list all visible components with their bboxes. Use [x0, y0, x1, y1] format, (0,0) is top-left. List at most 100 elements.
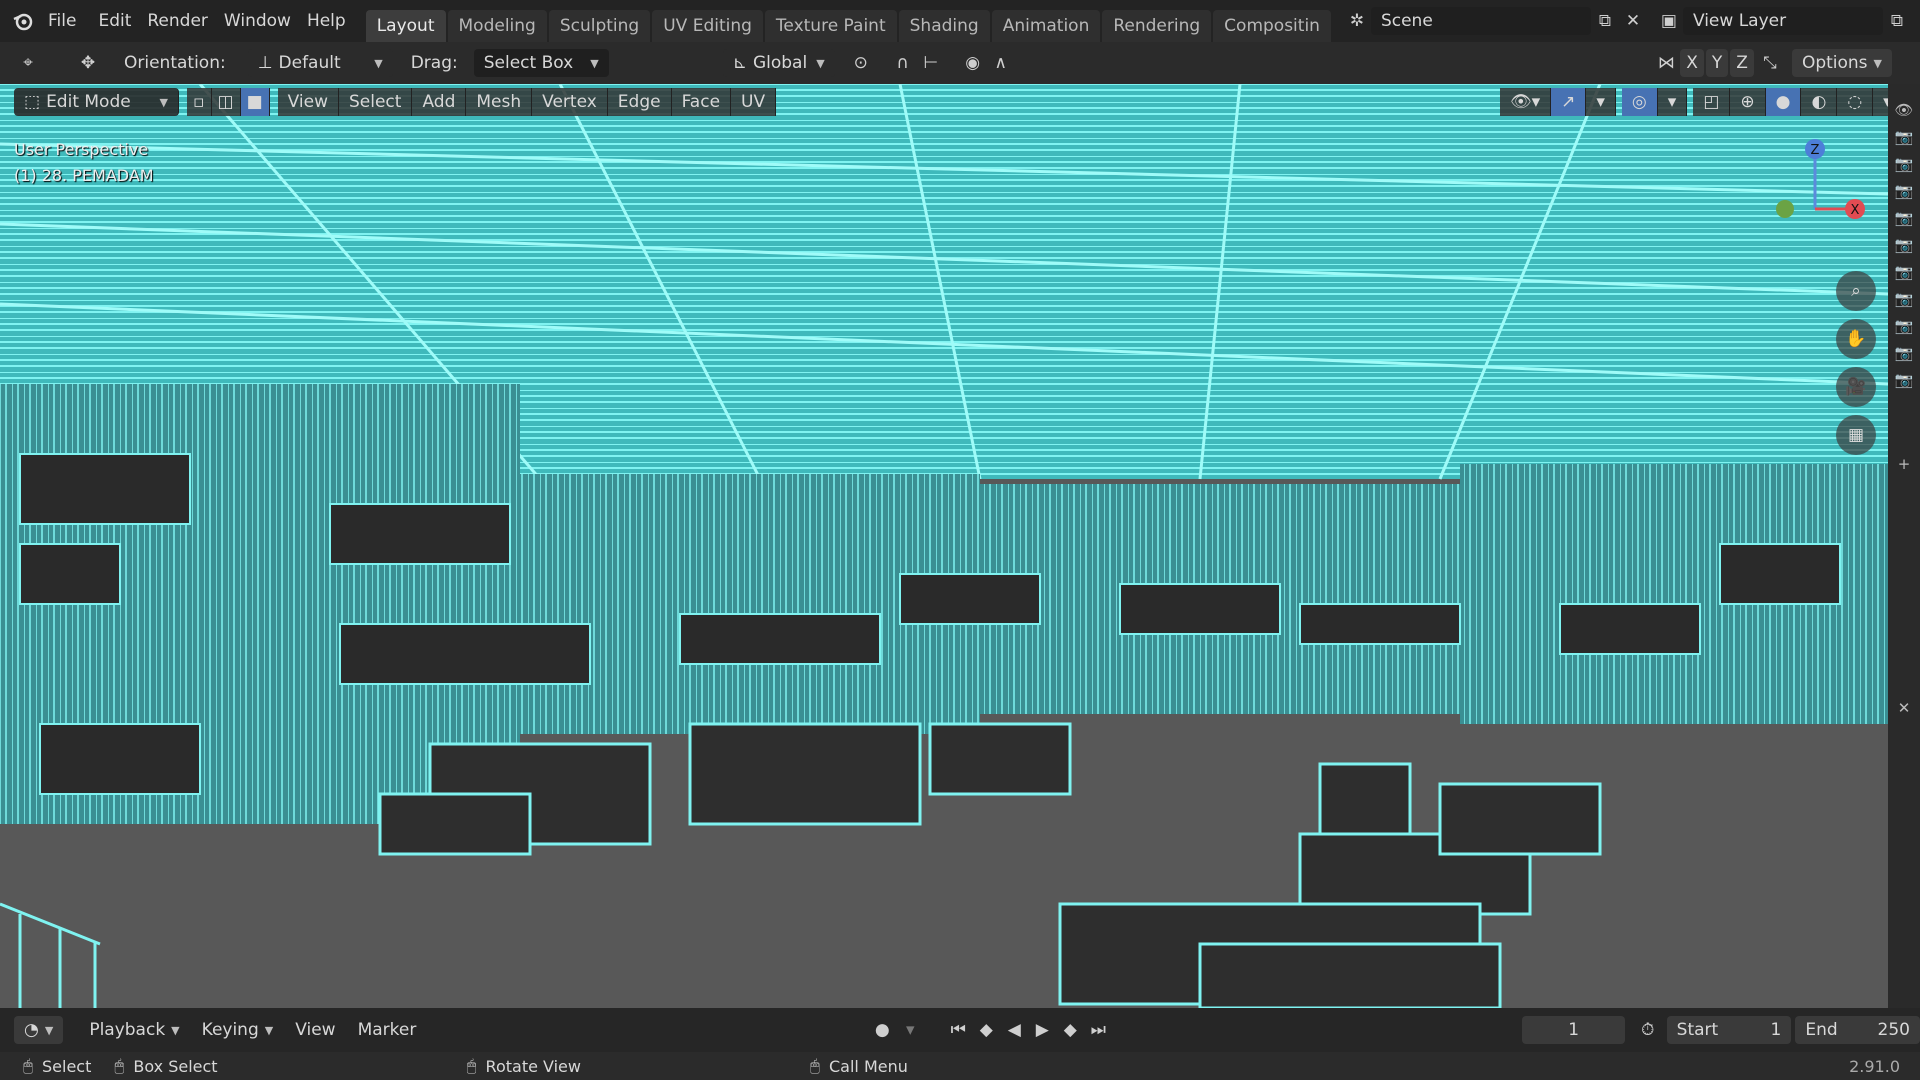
camera-icon[interactable]: 📷 — [1892, 206, 1916, 230]
camera-icon[interactable]: 📷 — [1892, 341, 1916, 365]
camera-icon[interactable]: 📷 — [1892, 368, 1916, 392]
new-view-layer-icon[interactable]: ⧉ — [1883, 7, 1911, 35]
viewport-menu-mesh[interactable]: Mesh — [466, 88, 533, 116]
viewport-menu-view[interactable]: View — [277, 88, 339, 116]
snap-icon[interactable]: ∩ — [889, 49, 917, 77]
camera-icon[interactable]: 📷 — [1892, 287, 1916, 311]
scene-field[interactable]: Scene — [1370, 7, 1591, 35]
scene-icon[interactable]: ✲ — [1343, 7, 1371, 35]
ortho-toggle-icon[interactable]: ▦ — [1836, 415, 1876, 455]
new-scene-icon[interactable]: ⧉ — [1591, 7, 1619, 35]
current-frame-field[interactable]: 1 — [1522, 1016, 1625, 1044]
viewport-menu-uv[interactable]: UV — [731, 88, 777, 116]
mirror-x-toggle[interactable]: X — [1680, 49, 1704, 77]
proportional-edit-icon[interactable]: ◉ — [959, 49, 987, 77]
snap-target-icon[interactable]: ⊢ — [917, 49, 945, 77]
mirror-icon[interactable]: ⋈ — [1652, 49, 1680, 77]
camera-view-icon[interactable]: 🎥 — [1836, 367, 1876, 407]
gizmo-dropdown[interactable]: ▾ — [1586, 88, 1616, 116]
jump-end-icon[interactable]: ⏭ — [1084, 1016, 1112, 1044]
transform-orientation-dropdown[interactable]: ⊾ Global ▼ — [722, 49, 835, 77]
jump-start-icon[interactable]: ⏮ — [944, 1016, 972, 1044]
record-icon[interactable]: ● — [868, 1016, 896, 1044]
drag-dropdown[interactable]: Select Box ▼ — [473, 49, 609, 77]
xray-toggle-icon[interactable]: ◰ — [1693, 88, 1731, 116]
keying-menu[interactable]: Keying ▼ — [192, 1016, 284, 1044]
tab-sculpting[interactable]: Sculpting — [548, 10, 651, 42]
select-tool-icon[interactable]: ⌖ — [14, 49, 42, 77]
overlays-toggle-icon[interactable]: ◎ — [1621, 88, 1658, 116]
menu-help[interactable]: Help — [299, 0, 366, 42]
camera-icon[interactable]: 📷 — [1892, 152, 1916, 176]
options-label: Options — [1801, 53, 1868, 73]
navigation-gizmo[interactable]: Z X — [1760, 129, 1870, 239]
rendered-shading-icon[interactable]: ◌ — [1837, 88, 1874, 116]
delete-scene-icon[interactable]: ✕ — [1619, 7, 1647, 35]
viewport-menu-select[interactable]: Select — [339, 88, 413, 116]
shading-dropdown[interactable]: ▾ — [1873, 88, 1888, 116]
camera-icon[interactable]: 📷 — [1892, 179, 1916, 203]
solid-shading-icon[interactable]: ● — [1765, 88, 1802, 116]
gizmo-toggle-icon[interactable]: ↗ — [1551, 88, 1587, 116]
overlays-dropdown[interactable]: ▾ — [1657, 88, 1688, 116]
3d-viewport[interactable]: ⬚ Edit Mode ▼ ▫ ◫ ■ View Select Add Mesh… — [0, 84, 1888, 1008]
playback-menu[interactable]: Playback ▼ — [79, 1016, 189, 1044]
camera-icon[interactable]: 📷 — [1892, 314, 1916, 338]
editor-type-dropdown[interactable]: ◔ ▼ — [14, 1016, 64, 1044]
viewport-menu-add[interactable]: Add — [412, 88, 467, 116]
wireframe-shading-icon[interactable]: ⊕ — [1730, 88, 1766, 116]
falloff-icon[interactable]: ∧ — [987, 49, 1015, 77]
viewport-menu-edge[interactable]: Edge — [607, 88, 672, 116]
menu-edit[interactable]: Edit — [90, 0, 139, 42]
transform-pivot-icon[interactable]: ✥ — [74, 49, 102, 77]
view-layer-field[interactable]: View Layer — [1682, 7, 1883, 35]
options-dropdown[interactable]: Options ▼ — [1791, 49, 1892, 77]
record-dropdown[interactable]: ▾ — [896, 1016, 924, 1044]
end-frame-field[interactable]: End 250 — [1795, 1016, 1920, 1044]
vertex-select-toggle[interactable]: ▫ — [187, 88, 212, 116]
orientation-dropdown[interactable]: ⊥ Default ▼ — [247, 49, 393, 77]
play-reverse-icon[interactable]: ◀ — [1000, 1016, 1028, 1044]
eye-icon[interactable]: 👁 — [1892, 98, 1916, 122]
timeline-view-menu[interactable]: View — [285, 1016, 345, 1044]
delete-view-layer-icon[interactable]: ✕ — [1911, 7, 1920, 35]
tab-shading[interactable]: Shading — [898, 10, 990, 42]
camera-icon[interactable]: 📷 — [1892, 260, 1916, 284]
face-select-toggle[interactable]: ■ — [240, 88, 270, 116]
next-keyframe-icon[interactable]: ◆ — [1056, 1016, 1084, 1044]
viewport-menu-vertex[interactable]: Vertex — [532, 88, 608, 116]
blender-logo-icon[interactable] — [12, 7, 34, 35]
edge-select-toggle[interactable]: ◫ — [211, 88, 241, 116]
prev-keyframe-icon[interactable]: ◆ — [972, 1016, 1000, 1044]
zoom-icon[interactable]: ⌕ — [1836, 271, 1876, 311]
mode-dropdown[interactable]: ⬚ Edit Mode ▼ — [14, 88, 179, 116]
mirror-y-toggle[interactable]: Y — [1705, 49, 1729, 77]
mirror-z-toggle[interactable]: Z — [1730, 49, 1754, 77]
menu-window[interactable]: Window — [216, 0, 299, 42]
material-shading-icon[interactable]: ◐ — [1801, 88, 1838, 116]
topology-mirror-icon[interactable]: ⤡ — [1756, 49, 1784, 77]
add-icon[interactable]: + — [1892, 452, 1916, 476]
viewport-menu-face[interactable]: Face — [671, 88, 732, 116]
pivot-point-icon[interactable]: ⊙ — [847, 49, 875, 77]
camera-icon[interactable]: 📷 — [1892, 233, 1916, 257]
tab-layout[interactable]: Layout — [365, 10, 446, 42]
pan-hand-icon[interactable]: ✋ — [1836, 319, 1876, 359]
menu-render[interactable]: Render — [139, 0, 216, 42]
tab-modeling[interactable]: Modeling — [447, 10, 547, 42]
stopwatch-icon[interactable]: ⏱ — [1635, 1016, 1661, 1044]
tab-compositing[interactable]: Compositin — [1213, 10, 1331, 42]
marker-menu[interactable]: Marker — [348, 1016, 427, 1044]
tab-texture-paint[interactable]: Texture Paint — [764, 10, 897, 42]
view-layer-icon[interactable]: ▣ — [1655, 7, 1683, 35]
play-icon[interactable]: ▶ — [1028, 1016, 1056, 1044]
close-icon[interactable]: ✕ — [1892, 696, 1916, 720]
visibility-icon[interactable]: 👁▾ — [1500, 88, 1552, 116]
camera-icon[interactable]: 📷 — [1892, 125, 1916, 149]
tab-rendering[interactable]: Rendering — [1102, 10, 1212, 42]
tab-uv-editing[interactable]: UV Editing — [652, 10, 763, 42]
warehouse-wireframe-scene[interactable] — [0, 84, 1888, 1008]
tab-animation[interactable]: Animation — [991, 10, 1101, 42]
menu-file[interactable]: File — [34, 0, 90, 42]
start-frame-field[interactable]: Start 1 — [1666, 1016, 1792, 1044]
